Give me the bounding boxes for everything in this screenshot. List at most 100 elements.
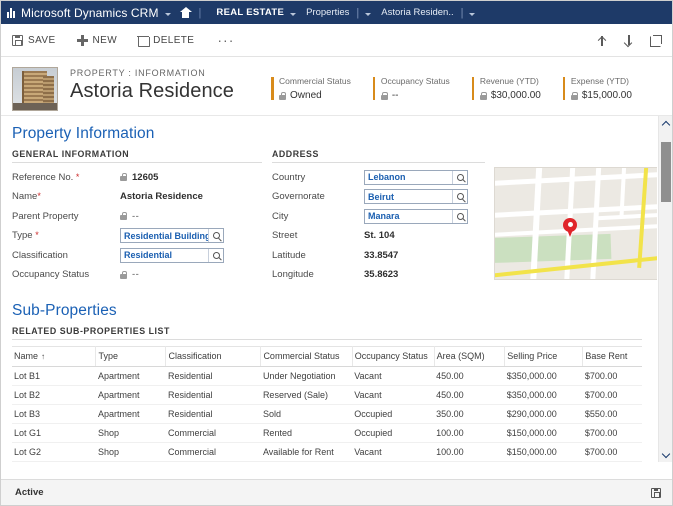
map-column — [485, 149, 657, 286]
lookup-city[interactable]: Manara — [364, 208, 468, 224]
cell-commercial-status: Reserved (Sale) — [260, 385, 353, 405]
lookup-search-button[interactable] — [452, 209, 467, 223]
column-header-selling-price[interactable]: Selling Price — [504, 346, 584, 367]
group-header-related-sub-properties: RELATED SUB-PROPERTIES LIST — [12, 326, 642, 340]
cell-occupancy-status: Vacant — [352, 366, 435, 386]
record-subtitle: PROPERTY : INFORMATION — [70, 68, 206, 78]
lookup-country[interactable]: Lebanon — [364, 169, 468, 185]
map-road — [495, 170, 657, 187]
cell-name[interactable]: Lot B2 — [12, 385, 96, 405]
table-row[interactable]: Lot B3 Apartment Residential Sold Occupi… — [12, 404, 642, 424]
cell-type: Apartment — [95, 366, 166, 386]
kpi-expense-ytd[interactable]: Expense (YTD) $15,000.00 — [562, 76, 632, 101]
scroll-down-chevron-icon[interactable] — [659, 448, 672, 462]
nav-record-astoria[interactable]: Astoria Residen.. — [381, 7, 453, 18]
column-header-base-rent[interactable]: Base Rent — [582, 346, 642, 367]
delete-button[interactable]: DELETE — [137, 35, 194, 47]
column-header-classification[interactable]: Classification — [165, 346, 262, 367]
nav-entity-chevron-down-icon[interactable] — [365, 13, 372, 16]
lock-icon — [380, 91, 389, 100]
arrow-down-icon[interactable] — [623, 34, 636, 47]
lookup-search-button[interactable] — [452, 170, 467, 184]
lookup-search-button[interactable] — [208, 229, 223, 243]
cell-name[interactable]: Lot G1 — [12, 423, 96, 443]
table-row[interactable]: Lot B1 Apartment Residential Under Negot… — [12, 366, 642, 386]
column-header-area[interactable]: Area (SQM) — [434, 346, 506, 367]
more-commands-button[interactable]: ··· — [217, 32, 234, 48]
kpi-label: Revenue (YTD) — [479, 76, 539, 86]
kpi-commercial-status[interactable]: Commercial Status Owned — [271, 76, 351, 101]
cell-classification: Residential — [165, 404, 261, 424]
search-icon — [456, 212, 464, 220]
field-value-wrap[interactable]: 35.8623 — [364, 269, 398, 280]
field-value-wrap[interactable]: Astoria Residence — [120, 191, 203, 202]
cell-name[interactable]: Lot G2 — [12, 442, 96, 462]
table-head: Name ↑ Type Classification Commercial Sta… — [12, 346, 642, 367]
plus-icon — [76, 34, 88, 46]
search-icon — [212, 251, 220, 259]
save-button-label: SAVE — [28, 34, 56, 46]
home-icon[interactable] — [179, 7, 192, 18]
table-row[interactable]: Lot G1 Shop Commercial Rented Occupied 1… — [12, 423, 642, 443]
property-thumbnail-image — [12, 67, 58, 111]
app-title-chevron-down-icon[interactable] — [164, 13, 171, 16]
location-map[interactable] — [494, 167, 657, 280]
lookup-governorate[interactable]: Beirut — [364, 189, 468, 205]
field-value-wrap[interactable]: St. 104 — [364, 230, 395, 241]
kpi-value-wrap: $15,000.00 — [570, 90, 632, 101]
save-button[interactable]: SAVE — [12, 34, 56, 46]
cell-type: Shop — [95, 423, 166, 443]
table-row[interactable]: Lot G2 Shop Commercial Available for Ren… — [12, 442, 642, 462]
lookup-classification[interactable]: Residential — [120, 247, 224, 263]
lookup-value: Manara — [368, 211, 400, 222]
field-label: City — [272, 210, 289, 222]
cell-name[interactable]: Lot B3 — [12, 404, 96, 424]
lookup-type[interactable]: Residential Building — [120, 228, 224, 244]
field-label: Name* — [12, 191, 41, 203]
kpi-revenue-ytd[interactable]: Revenue (YTD) $30,000.00 — [471, 76, 541, 101]
cell-area: 350.00 — [434, 404, 505, 424]
table-row[interactable]: Lot B2 Apartment Residential Reserved (S… — [12, 385, 642, 405]
kpi-value: -- — [391, 90, 399, 101]
table-body: Lot B1 Apartment Residential Under Negot… — [12, 366, 642, 462]
kpi-label: Expense (YTD) — [570, 76, 629, 86]
save-status-icon[interactable] — [651, 487, 661, 498]
crm-window: Microsoft Dynamics CRM | REAL ESTATE Pro… — [0, 0, 673, 506]
column-header-name[interactable]: Name ↑ — [12, 346, 97, 367]
form-scrollbar[interactable] — [658, 116, 672, 462]
lock-icon — [120, 173, 128, 182]
cell-area: 450.00 — [434, 366, 505, 386]
cell-name[interactable]: Lot B1 — [12, 366, 96, 386]
field-value-wrap[interactable]: 33.8547 — [364, 250, 398, 261]
sub-properties-table: Name ↑ Type Classification Commercial Sta… — [12, 346, 642, 462]
cell-classification: Commercial — [165, 442, 261, 462]
field-occupancy-status: Occupancy Status -- — [12, 267, 262, 284]
nav-entity-properties[interactable]: Properties — [306, 7, 349, 18]
nav-area-chevron-down-icon[interactable] — [290, 13, 297, 16]
field-longitude: Longitude 35.8623 — [272, 267, 485, 284]
cell-commercial-status: Under Negotiation — [260, 366, 353, 386]
nav-record-chevron-down-icon[interactable] — [469, 13, 476, 16]
lookup-search-button[interactable] — [208, 248, 223, 262]
kpi-occupancy-status[interactable]: Occupancy Status -- — [372, 76, 450, 101]
cell-classification: Residential — [165, 385, 261, 405]
field-value: -- — [132, 210, 140, 222]
cell-occupancy-status: Vacant — [352, 442, 435, 462]
popout-icon[interactable] — [650, 34, 662, 47]
lookup-search-button[interactable] — [452, 190, 467, 204]
arrow-up-icon[interactable] — [596, 34, 609, 47]
column-header-commercial-status[interactable]: Commercial Status — [260, 346, 353, 367]
cell-occupancy-status: Occupied — [352, 423, 435, 443]
scroll-up-chevron-icon[interactable] — [659, 116, 672, 130]
lookup-value: Beirut — [368, 191, 395, 202]
column-header-occupancy-status[interactable]: Occupancy Status — [352, 346, 435, 367]
lookup-value: Residential — [124, 250, 173, 261]
kpi-label: Occupancy Status — [380, 76, 450, 86]
scrollbar-thumb[interactable] — [661, 142, 671, 202]
field-label: Reference No. * — [12, 171, 80, 183]
cell-selling-price: $150,000.00 — [504, 442, 583, 462]
new-button[interactable]: NEW — [76, 34, 118, 46]
nav-area-real-estate[interactable]: REAL ESTATE — [216, 7, 284, 18]
column-header-type[interactable]: Type — [95, 346, 167, 367]
group-header-general-information: GENERAL INFORMATION — [12, 149, 262, 163]
